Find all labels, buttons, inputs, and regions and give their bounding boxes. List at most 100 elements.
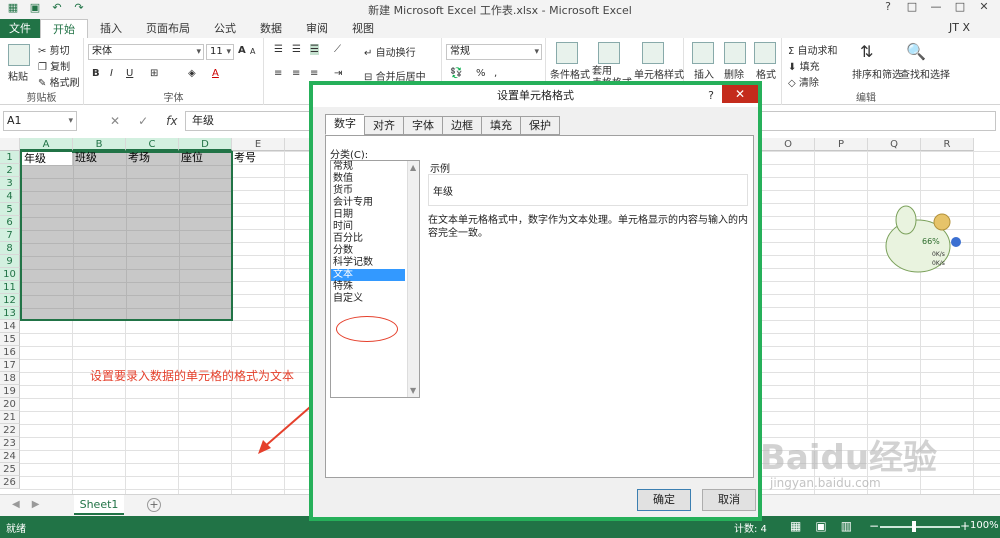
category-item[interactable]: 常规	[331, 161, 405, 173]
next-sheet-icon[interactable]: ▶	[32, 499, 40, 510]
column-header-r[interactable]: R	[921, 138, 974, 151]
cell-c1[interactable]: 考场	[126, 151, 150, 164]
sheet-tab-sheet1[interactable]: Sheet1	[74, 495, 124, 515]
conditional-format-icon[interactable]	[556, 42, 578, 64]
category-item[interactable]: 自定义	[331, 293, 405, 305]
row-header-15[interactable]: 15	[0, 333, 20, 346]
column-header-q[interactable]: Q	[868, 138, 921, 151]
ok-button[interactable]: 确定	[637, 489, 691, 511]
minimize-button[interactable]: —	[924, 0, 948, 13]
row-header-8[interactable]: 8	[0, 242, 20, 255]
cell-e1[interactable]: 考号	[232, 151, 256, 164]
tab-protection[interactable]: 保护	[520, 116, 560, 135]
find-icon[interactable]: 🔍	[906, 42, 926, 61]
add-sheet-button[interactable]: +	[147, 498, 161, 512]
format-table-icon[interactable]	[598, 42, 620, 64]
fill-button[interactable]: ⬇ 填充	[788, 58, 820, 73]
align-left-icon[interactable]: ≡	[274, 68, 282, 79]
row-header-26[interactable]: 26	[0, 476, 20, 489]
row-header-2[interactable]: 2	[0, 164, 20, 177]
dialog-close-button[interactable]: ✕	[722, 85, 758, 103]
cell-b1[interactable]: 班级	[73, 151, 97, 164]
tab-alignment[interactable]: 对齐	[364, 116, 403, 135]
column-header-e[interactable]: E	[232, 138, 285, 151]
cut-button[interactable]: ✂ 剪切	[38, 42, 70, 57]
help-button[interactable]: ?	[876, 0, 900, 13]
category-item[interactable]: 文本	[331, 269, 405, 281]
align-bottom-icon[interactable]: ☰	[310, 44, 319, 55]
zoom-out-icon[interactable]: −	[869, 519, 879, 533]
font-size-select[interactable]: 11	[206, 44, 234, 60]
cancel-formula-icon[interactable]: ✕	[110, 114, 120, 128]
font-name-select[interactable]: 宋体	[88, 44, 204, 60]
zoom-percent[interactable]: 100%	[970, 520, 999, 531]
shrink-font-button[interactable]: A	[250, 47, 255, 56]
zoom-in-icon[interactable]: +	[960, 519, 970, 533]
category-item[interactable]: 会计专用	[331, 197, 405, 209]
close-button[interactable]: ✕	[972, 0, 996, 13]
sort-filter-icon[interactable]: ⇅	[860, 42, 873, 61]
ribbon-display-button[interactable]: □	[900, 0, 924, 13]
row-header-17[interactable]: 17	[0, 359, 20, 372]
align-middle-icon[interactable]: ☰	[292, 44, 301, 55]
delete-cells-icon[interactable]	[724, 42, 746, 64]
font-color-button[interactable]: A	[212, 68, 219, 79]
row-header-14[interactable]: 14	[0, 320, 20, 333]
category-item[interactable]: 数值	[331, 173, 405, 185]
align-center-icon[interactable]: ≡	[292, 68, 300, 79]
category-item[interactable]: 时间	[331, 221, 405, 233]
row-header-16[interactable]: 16	[0, 346, 20, 359]
row-header-21[interactable]: 21	[0, 411, 20, 424]
paste-button[interactable]: 粘贴	[8, 68, 28, 83]
column-header-b[interactable]: B	[73, 138, 126, 151]
category-item[interactable]: 科学记数	[331, 257, 405, 269]
autosum-button[interactable]: Σ 自动求和	[788, 42, 838, 57]
underline-button[interactable]: U	[126, 68, 133, 79]
sort-filter-button[interactable]: 排序和筛选	[852, 66, 902, 81]
maximize-button[interactable]: □	[948, 0, 972, 13]
fill-color-icon[interactable]: ◈	[188, 68, 196, 79]
row-header-22[interactable]: 22	[0, 424, 20, 437]
cell-styles-icon[interactable]	[642, 42, 664, 64]
align-right-icon[interactable]: ≡	[310, 68, 318, 79]
bold-button[interactable]: B	[92, 68, 100, 79]
format-cells-button[interactable]: 格式	[756, 66, 776, 81]
find-select-button[interactable]: 查找和选择	[900, 66, 950, 81]
row-header-10[interactable]: 10	[0, 268, 20, 281]
row-header-13[interactable]: 13	[0, 307, 20, 320]
number-format-select[interactable]: 常规	[446, 44, 542, 60]
align-top-icon[interactable]: ☰	[274, 44, 283, 55]
select-all-corner[interactable]	[0, 138, 20, 151]
network-monitor-widget[interactable]: 66% 0K/s 0K/s	[882, 198, 962, 278]
wrap-text-button[interactable]: ↵ 自动换行	[364, 44, 416, 59]
cell-d1[interactable]: 座位	[179, 151, 203, 164]
category-list[interactable]: ▲ ▼ 常规 数值 货币 会计专用 日期 时间 百分比 分数 科学记数 文本 特殊 自定义	[330, 160, 420, 398]
row-header-1[interactable]: 1	[0, 151, 20, 164]
tab-number[interactable]: 数字	[325, 114, 364, 135]
column-header-a[interactable]: A	[20, 138, 73, 151]
cell-styles-button[interactable]: 单元格样式	[634, 66, 684, 81]
row-header-24[interactable]: 24	[0, 450, 20, 463]
category-item[interactable]: 日期	[331, 209, 405, 221]
category-scrollbar[interactable]: ▲ ▼	[407, 161, 419, 397]
format-painter-button[interactable]: ✎ 格式刷	[38, 74, 80, 89]
zoom-slider-thumb[interactable]	[912, 521, 916, 532]
border-icon[interactable]: ⊞	[150, 68, 158, 79]
row-header-6[interactable]: 6	[0, 216, 20, 229]
percent-button[interactable]: %	[476, 68, 486, 79]
scroll-down-icon[interactable]: ▼	[410, 386, 416, 395]
tab-data[interactable]: 数据	[248, 19, 294, 38]
copy-button[interactable]: ❐ 复制	[38, 58, 70, 73]
fx-icon[interactable]: fx	[166, 114, 177, 128]
cell-a1[interactable]: 年级	[22, 152, 72, 165]
enter-formula-icon[interactable]: ✓	[138, 114, 148, 128]
column-header-o[interactable]: O	[762, 138, 815, 151]
tab-home[interactable]: 开始	[40, 19, 88, 38]
currency-icon[interactable]: 💱	[450, 68, 462, 79]
cancel-button[interactable]: 取消	[702, 489, 756, 511]
category-item[interactable]: 特殊	[331, 281, 405, 293]
row-header-25[interactable]: 25	[0, 463, 20, 476]
scroll-up-icon[interactable]: ▲	[410, 163, 416, 172]
paste-icon[interactable]	[8, 44, 30, 66]
zoom-slider[interactable]	[880, 526, 960, 528]
